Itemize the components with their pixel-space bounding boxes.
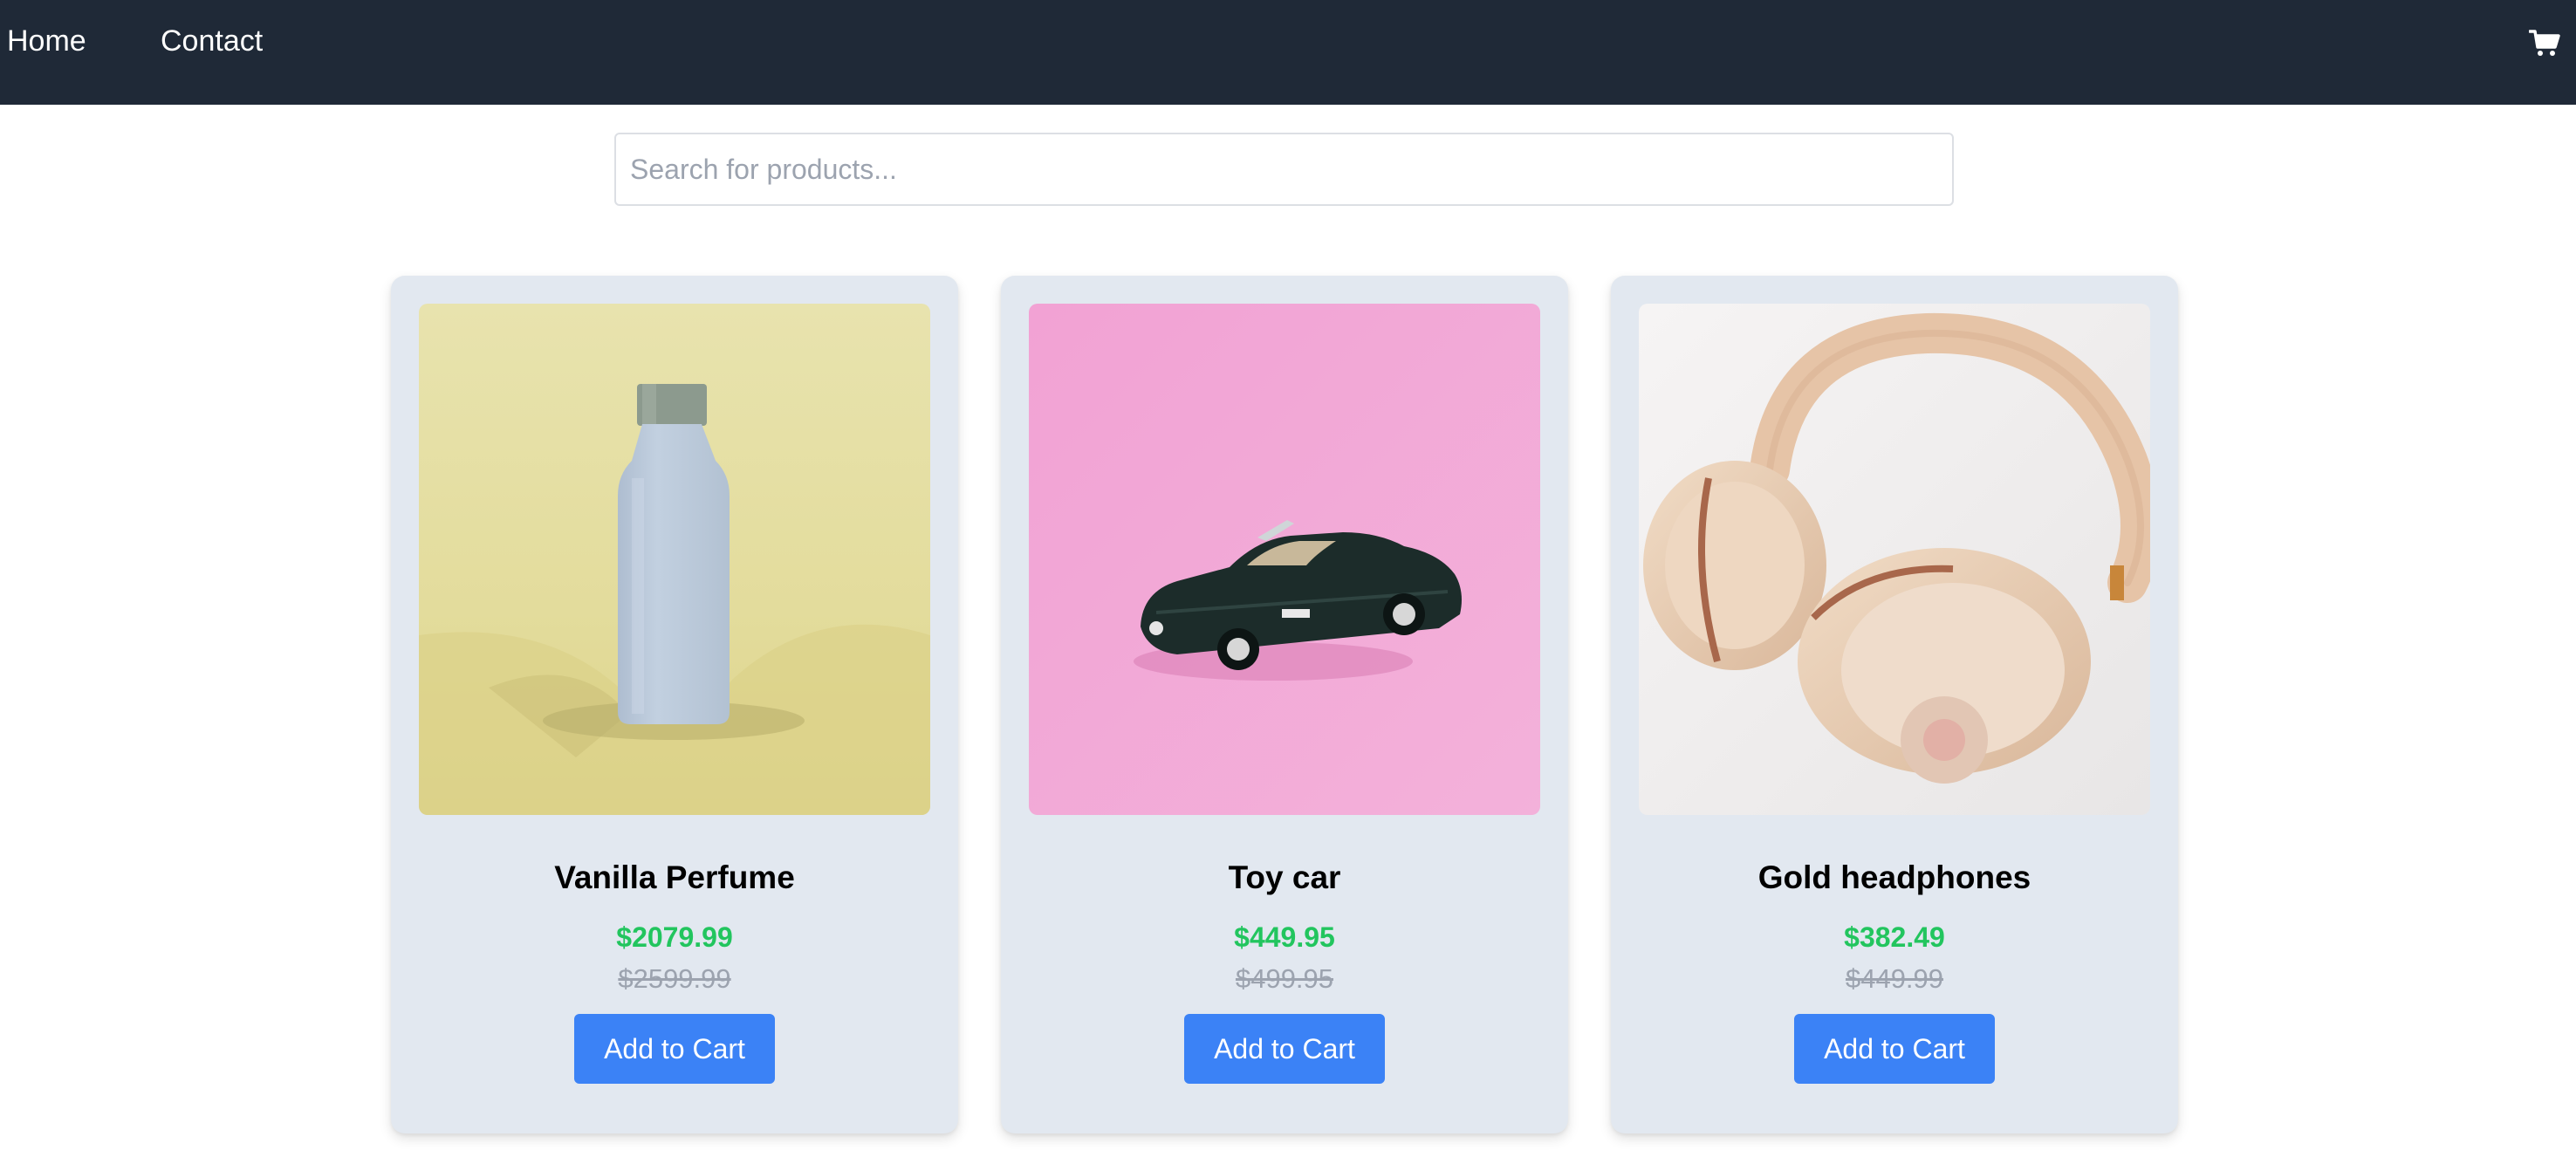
product-name[interactable]: Vanilla Perfume [391,859,958,897]
add-to-cart-button[interactable]: Add to Cart [574,1014,775,1084]
nav-home-link[interactable]: Home [7,23,86,59]
product-card: Toy car $449.95 $499.95 Add to Cart [1001,276,1568,1133]
product-image-toy-car[interactable] [1029,304,1540,815]
product-price: $382.49 [1844,921,1945,953]
add-to-cart-button[interactable]: Add to Cart [1794,1014,1995,1084]
product-price: $449.95 [1234,921,1335,953]
nav-contact-link[interactable]: Contact [161,23,263,59]
search-bar [614,133,1954,206]
top-navbar: Home Contact [0,0,2576,105]
product-name[interactable]: Toy car [1001,859,1568,897]
product-price: $2079.99 [616,921,733,953]
product-name[interactable]: Gold headphones [1611,859,2178,897]
add-to-cart-button[interactable]: Add to Cart [1184,1014,1385,1084]
search-input[interactable] [614,133,1954,206]
product-card: Vanilla Perfume $2079.99 $2599.99 Add to… [391,276,958,1133]
product-image-perfume[interactable] [419,304,930,815]
product-image-headphones[interactable] [1639,304,2150,815]
cart-button[interactable] [2527,26,2562,61]
shopping-cart-icon [2529,30,2560,56]
product-original-price: $499.95 [1235,963,1334,994]
product-original-price: $449.99 [1845,963,1944,994]
product-card: Gold headphones $382.49 $449.99 Add to C… [1611,276,2178,1133]
product-original-price: $2599.99 [618,963,731,994]
